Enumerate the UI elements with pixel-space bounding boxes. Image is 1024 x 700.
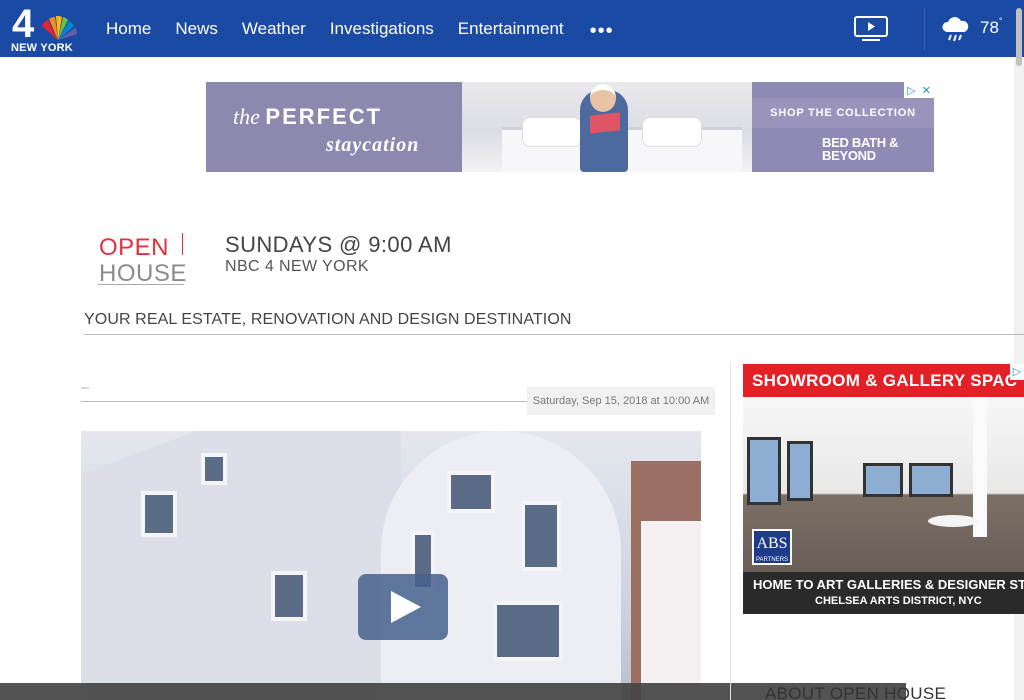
more-menu-icon[interactable]: ••• [590,21,614,41]
gallery-table [928,515,978,527]
ad-pillow [522,117,582,147]
gallery-window [787,441,813,501]
gallery-window [747,437,781,505]
video-window [141,491,177,537]
ad-brand-line2: BEYOND [822,148,876,163]
logo-open-text: OPEN [99,234,170,261]
peacock-icon [42,16,77,40]
ad-pillow [642,117,702,147]
ad-headline-prefix: the [233,104,260,129]
video-window [521,501,561,571]
top-ad-banner[interactable]: the PERFECT staycation SHOP THE COLLECTI… [206,82,934,172]
show-tagline: YOUR REAL ESTATE, RENOVATION AND DESIGN … [84,311,572,328]
video-window [201,453,227,485]
abs-logo-text: ABS [756,535,788,552]
temperature-unit: ° [998,16,1003,26]
sidebar-ad-caption: HOME TO ART GALLERIES & DESIGNER STUDIO [753,577,1024,592]
sidebar-divider [730,362,731,700]
gallery-window [863,463,903,497]
nav-links: Home News Weather Investigations Enterta… [106,0,614,57]
scrollbar-thumb[interactable] [1016,8,1022,66]
logo-text: NEW YORK [11,42,73,54]
ad-close-icon[interactable]: ✕ [922,84,931,97]
article-divider [81,401,527,402]
nav-news[interactable]: News [175,19,218,39]
nav-divider [924,8,925,50]
video-player[interactable] [81,431,701,700]
abs-logo-subtext: PARTNERS [755,557,789,563]
show-station: NBC 4 NEW YORK [225,258,369,275]
nav-home[interactable]: Home [106,19,151,39]
sidebar-ad[interactable]: SHOWROOM & GALLERY SPAC ABS PARTNERS HOM… [743,364,1024,614]
abs-partners-logo: ABS PARTNERS [752,529,792,565]
rain-cloud-icon[interactable] [940,14,970,44]
gallery-column [973,397,987,537]
nav-investigations[interactable]: Investigations [330,19,434,39]
about-heading: ABOUT OPEN HOUSE [765,684,947,700]
temperature[interactable]: 78° [980,16,1003,38]
adchoices-icon[interactable]: ▷ [1010,364,1024,380]
article-marker [81,387,89,389]
ad-book [590,112,620,134]
nbc4-logo[interactable]: 4 NEW YORK [10,2,80,54]
video-window [493,601,563,661]
video-building-right-facade [641,521,701,700]
play-icon [391,591,421,623]
gallery-window [909,463,953,497]
nav-entertainment[interactable]: Entertainment [458,19,564,39]
top-navigation: 4 NEW YORK Home News Weather Investigati… [0,0,1024,57]
logo-underline [98,284,184,285]
ad-text-panel: the PERFECT staycation [206,82,462,172]
tagline-divider [84,334,1024,335]
ad-headline-bold: PERFECT [265,104,383,129]
ad-brand-logo: BED BATH & BEYOND [822,136,899,163]
ad-headline: the PERFECT [233,104,382,130]
nav-weather[interactable]: Weather [242,19,306,39]
adchoices-icon[interactable]: ▷ ✕ [904,82,934,98]
sidebar-ad-location: CHELSEA ARTS DISTRICT, NYC [815,595,982,607]
ad-subheadline: staycation [326,134,420,156]
temperature-value: 78 [980,18,999,37]
video-window [271,571,307,621]
video-building-left [81,431,401,700]
adchoices-play-icon: ▷ [907,84,916,97]
ad-person-head [590,84,616,112]
open-house-logo[interactable]: OPEN HOUSE [96,231,188,289]
article-timestamp: Saturday, Sep 15, 2018 at 10:00 AM [527,387,715,415]
play-button[interactable] [358,574,448,640]
video-window [447,471,495,513]
logo-number: 4 [12,2,35,46]
show-schedule: SUNDAYS @ 9:00 AM [225,232,452,257]
ad-photo [462,82,752,172]
tv-icon[interactable] [853,14,889,42]
sidebar-ad-headline: SHOWROOM & GALLERY SPAC [743,364,1024,397]
logo-accent-line [182,233,183,255]
ad-cta-button[interactable]: SHOP THE COLLECTION [752,98,934,128]
